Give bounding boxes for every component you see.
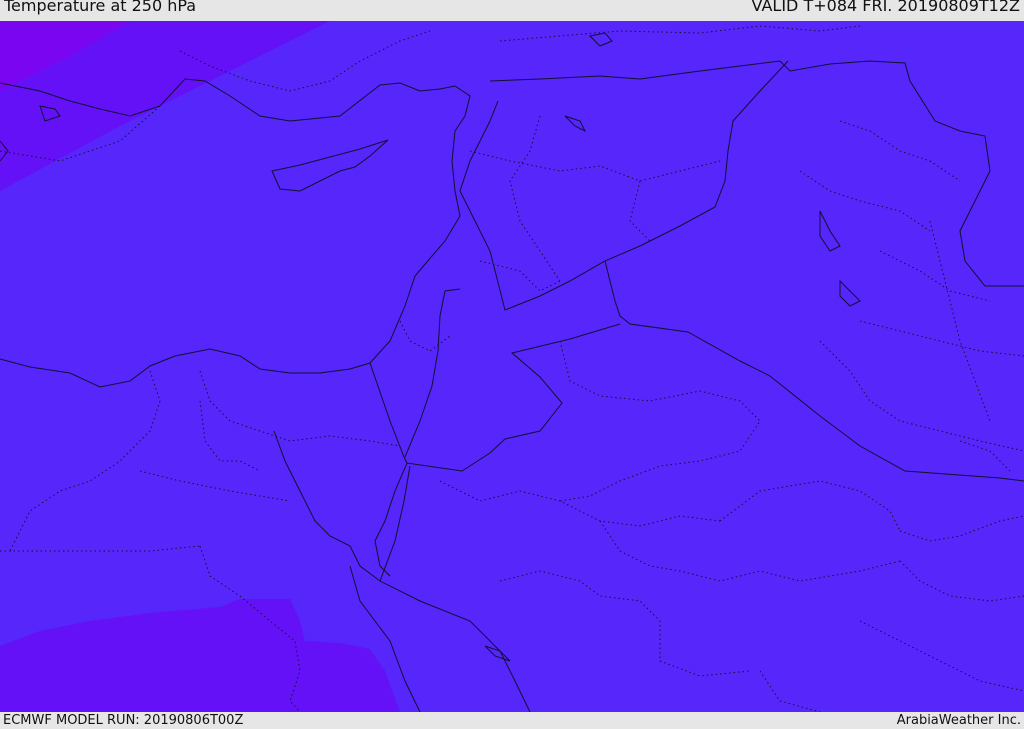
map-svg xyxy=(0,21,1024,712)
model-run-label: ECMWF MODEL RUN: 20190806T00Z xyxy=(3,713,244,728)
credit-label: ArabiaWeather Inc. xyxy=(896,713,1021,728)
title-bar: Temperature at 250 hPa VALID T+084 FRI. … xyxy=(0,0,1024,21)
temperature-field-main xyxy=(0,21,1024,712)
map-title: Temperature at 250 hPa xyxy=(4,0,197,15)
map-canvas[interactable] xyxy=(0,21,1024,712)
footer-bar: ECMWF MODEL RUN: 20190806T00Z ArabiaWeat… xyxy=(0,712,1024,729)
valid-time: VALID T+084 FRI. 20190809T12Z xyxy=(751,0,1020,15)
